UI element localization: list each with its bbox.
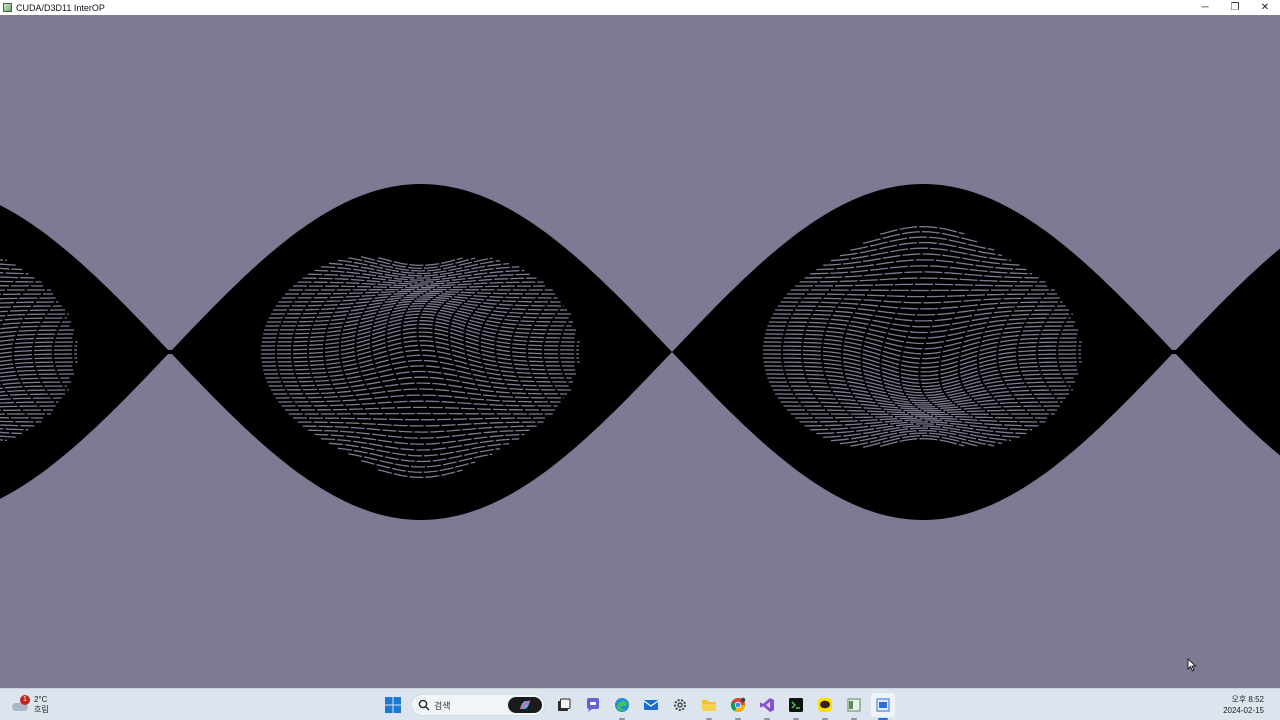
minimize-button[interactable]: ─ [1190,0,1220,15]
app-icon [3,3,12,12]
window-title: CUDA/D3D11 InterOP [16,2,105,13]
taskbar: 1 2°C 흐림 검색 오후 8:52 2024-02-15 [0,688,1280,720]
kakaotalk-icon[interactable] [813,693,837,720]
windows-logo-icon [384,697,401,713]
weather-condition: 흐림 [34,705,49,714]
taskbar-apps: 검색 [378,693,897,720]
close-button[interactable]: ✕ [1250,0,1280,15]
clock-date: 2024-02-15 [1223,706,1264,715]
search-placeholder: 검색 [434,700,451,711]
chrome-icon[interactable] [726,693,750,720]
terminal-icon[interactable] [784,693,808,720]
mouse-cursor-icon [1187,658,1197,672]
mail-icon[interactable] [639,693,663,717]
taskbar-search[interactable]: 검색 [411,694,545,716]
task-view-icon[interactable] [552,693,576,717]
visual-studio-icon[interactable] [755,693,779,720]
clock-time: 오후 8:52 [1231,695,1264,704]
app-window: CUDA/D3D11 InterOP ─ ❐ ✕ [0,0,1280,688]
cloud-icon: 1 [12,695,30,712]
file-explorer-icon[interactable] [697,693,721,720]
copilot-icon[interactable] [508,697,542,713]
title-bar[interactable]: CUDA/D3D11 InterOP ─ ❐ ✕ [0,0,1280,15]
edge-icon[interactable] [610,693,634,720]
interference-fringe [288,412,553,415]
system-clock[interactable]: 오후 8:52 2024-02-15 [1223,694,1264,716]
interference-fringe [288,288,553,291]
weather-temperature: 2°C [34,695,48,704]
render-canvas[interactable] [0,15,1280,688]
window-controls: ─ ❐ ✕ [1190,0,1280,15]
cuda-app-icon[interactable] [870,693,895,720]
settings-icon[interactable] [668,693,692,717]
teams-chat-icon[interactable] [581,693,605,717]
search-icon [418,699,430,711]
restore-button[interactable]: ❐ [1220,0,1250,15]
notification-badge: 1 [20,695,30,705]
weather-widget[interactable]: 1 2°C 흐림 [12,693,49,717]
wave-render [0,15,1280,688]
app-window-icon[interactable] [842,693,866,720]
start-button[interactable] [381,693,405,717]
